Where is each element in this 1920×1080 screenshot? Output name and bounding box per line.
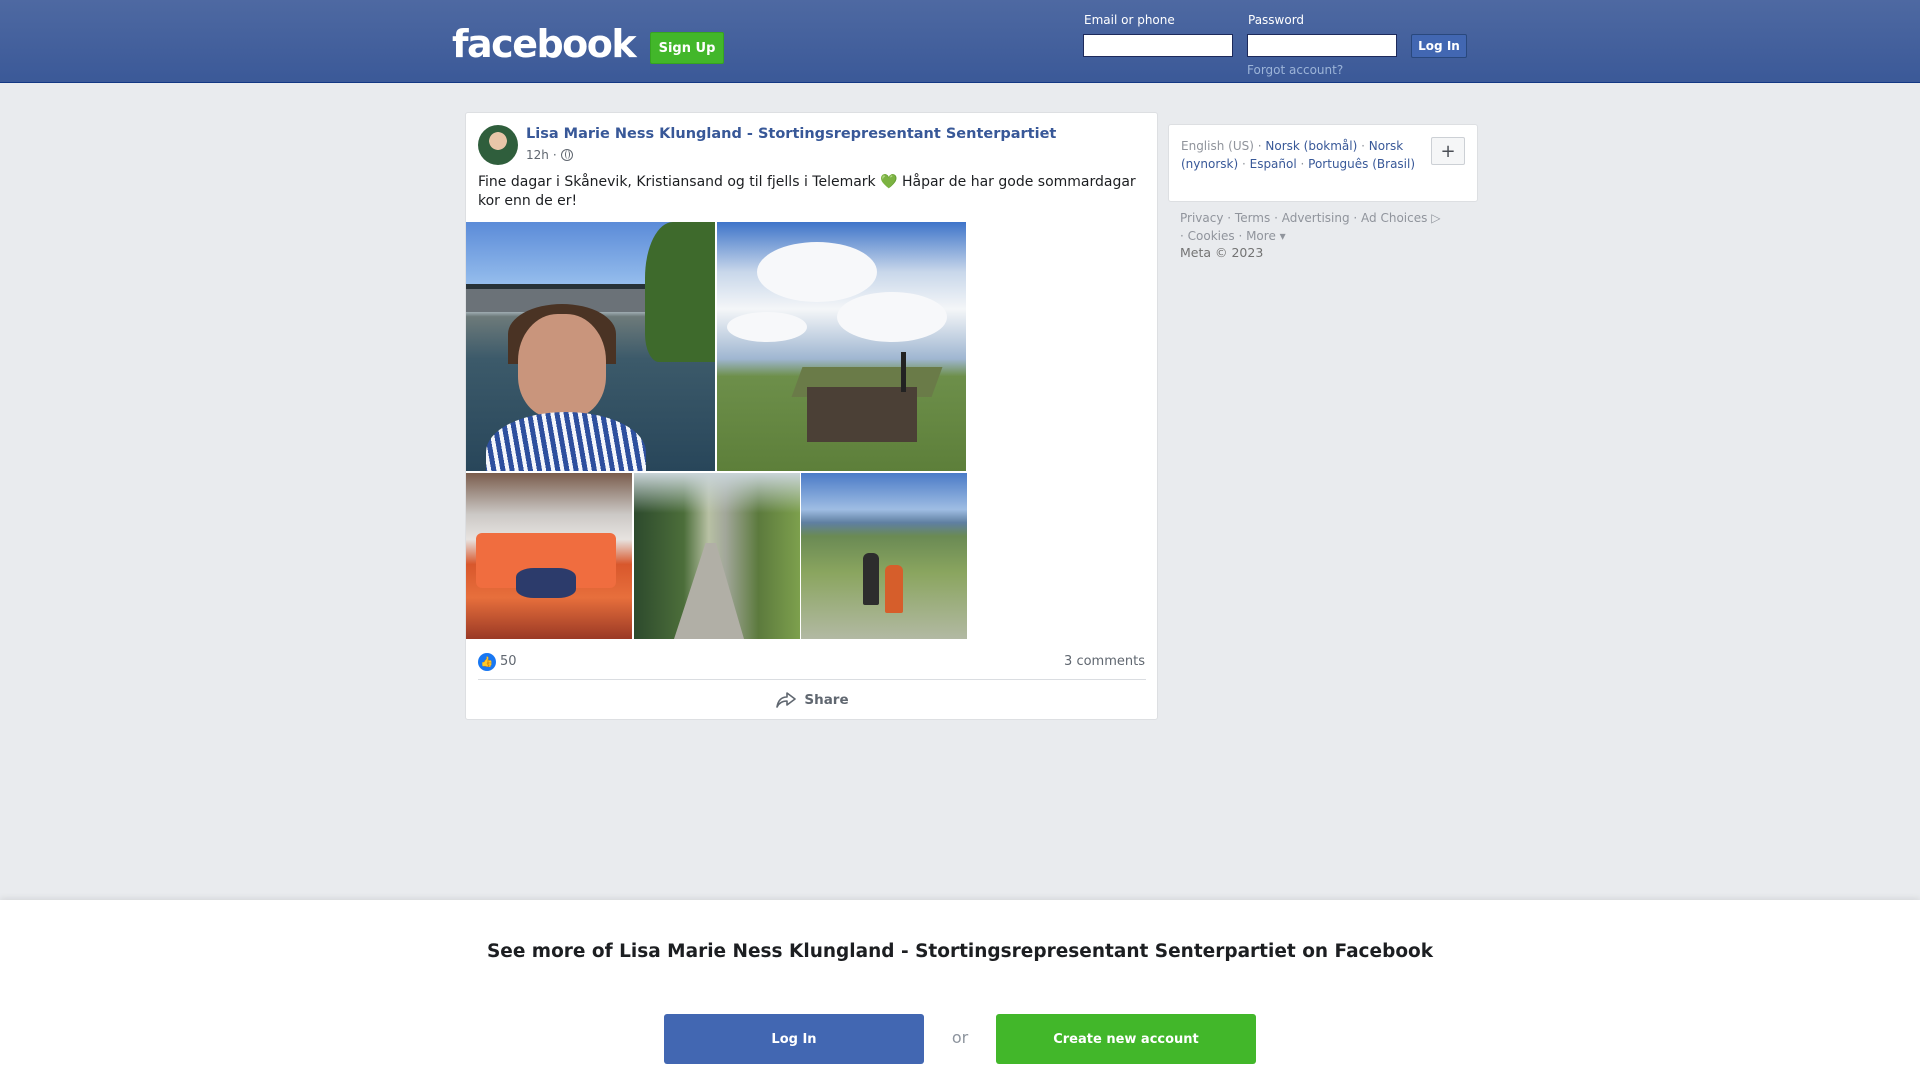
ad-choices-icon: ▷ (1427, 211, 1441, 225)
password-field[interactable] (1247, 34, 1397, 57)
footer-link-advertising[interactable]: Advertising (1282, 211, 1350, 225)
banner-title: See more of Lisa Marie Ness Klungland - … (486, 941, 1434, 962)
footer-link-ad-choices[interactable]: Ad Choices (1361, 211, 1427, 225)
email-label: Email or phone (1084, 13, 1175, 27)
post-card: Lisa Marie Ness Klungland - Stortingsrep… (465, 112, 1158, 720)
divider (478, 679, 1146, 680)
footer-link-cookies[interactable]: Cookies (1188, 229, 1235, 243)
more-dropdown-icon: ▾ (1275, 229, 1286, 243)
share-label: Share (804, 692, 849, 708)
like-count[interactable]: 50 (500, 654, 517, 669)
footer-link-privacy[interactable]: Privacy (1180, 211, 1223, 225)
like-reaction-icon[interactable]: 👍 (478, 653, 496, 671)
banner-login-button[interactable]: Log In (664, 1014, 924, 1064)
post-text: Fine dagar i Skånevik, Kristiansand og t… (478, 174, 1136, 209)
photo-mountain-hut[interactable] (717, 222, 966, 471)
create-account-button[interactable]: Create new account (996, 1014, 1256, 1064)
meta-separator: · (552, 148, 557, 162)
copyright: Meta © 2023 (1180, 245, 1264, 260)
login-prompt-banner: See more of Lisa Marie Ness Klungland - … (0, 900, 1920, 1080)
language-norsk-bokmal[interactable]: Norsk (bokmål) (1265, 139, 1357, 153)
login-button[interactable]: Log In (1411, 34, 1467, 58)
facebook-logo[interactable]: facebook (452, 22, 637, 66)
footer-links: Privacy · Terms · Advertising · Ad Choic… (1180, 211, 1441, 243)
share-icon (776, 692, 797, 708)
post-meta: 12h · (526, 148, 573, 162)
footer-link-more[interactable]: More (1246, 229, 1276, 243)
language-list: English (US) · Norsk (bokmål) · Norsk (n… (1181, 139, 1416, 171)
post-author-link[interactable]: Lisa Marie Ness Klungland - Stortingsrep… (526, 126, 1056, 142)
language-english-us: English (US) (1181, 139, 1254, 153)
sign-up-button[interactable]: Sign Up (650, 32, 724, 64)
photo-forest-path[interactable] (634, 473, 800, 639)
language-espanol[interactable]: Español (1250, 157, 1297, 171)
post-timestamp[interactable]: 12h (526, 148, 549, 162)
share-button[interactable]: Share (466, 683, 1159, 717)
top-navigation-bar: facebook Sign Up Email or phone Password… (0, 0, 1920, 83)
password-label: Password (1248, 13, 1305, 27)
photo-seafood-tray[interactable] (466, 473, 632, 639)
comment-count[interactable]: 3 comments (1064, 654, 1145, 669)
forgot-account-link[interactable]: Forgot account? (1247, 63, 1343, 77)
or-separator: or (951, 1028, 969, 1047)
photo-selfie-bridge[interactable] (466, 222, 715, 471)
avatar[interactable] (478, 125, 518, 165)
footer-link-terms[interactable]: Terms (1235, 211, 1270, 225)
globe-icon (560, 149, 573, 161)
language-selector: English (US) · Norsk (bokmål) · Norsk (n… (1168, 124, 1478, 202)
more-languages-button[interactable]: + (1431, 137, 1465, 165)
email-field[interactable] (1083, 34, 1233, 57)
photo-hikers-mountain[interactable] (801, 473, 967, 639)
language-portugues-brasil[interactable]: Português (Brasil) (1308, 157, 1415, 171)
